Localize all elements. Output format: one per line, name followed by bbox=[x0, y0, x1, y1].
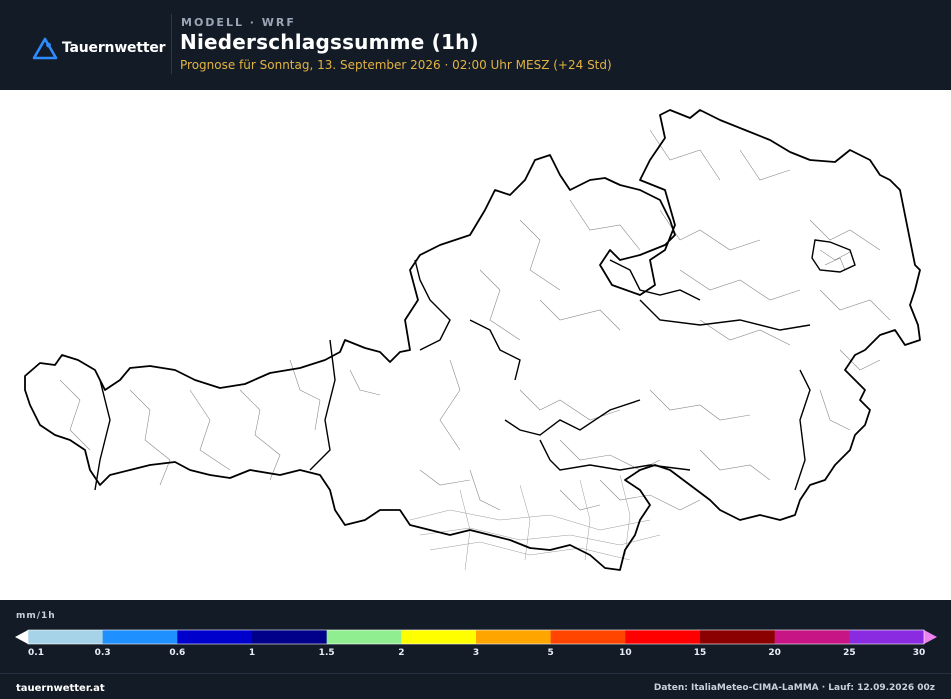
colorbar-tick-label: 3 bbox=[472, 648, 480, 658]
colorbar-segment bbox=[326, 630, 402, 644]
colorbar-segment bbox=[550, 630, 626, 644]
legend-unit: mm/1h bbox=[16, 611, 56, 621]
colorbar-ticks: 0.1 0.3 0.6 1 1.5 2 3 5 10 15 20 25 30 bbox=[0, 648, 951, 662]
colorbar bbox=[15, 629, 937, 645]
colorbar-tick-label: 30 bbox=[912, 648, 926, 658]
carinthia-lines bbox=[409, 474, 661, 571]
colorbar-segment bbox=[774, 630, 850, 644]
brand-name: Tauernwetter bbox=[62, 40, 166, 56]
colorbar-segment bbox=[102, 630, 178, 644]
colorbar-over-triangle bbox=[924, 630, 937, 644]
austria-outline bbox=[24, 109, 921, 571]
model-label: MODELL · WRF bbox=[181, 16, 296, 29]
legend: mm/1h 0.1 0.3 0.6 1 1.5 2 3 5 10 15 20 25 30 bbox=[0, 600, 951, 673]
colorbar-segment bbox=[252, 630, 328, 644]
colorbar-tick-label: 0.3 bbox=[94, 648, 111, 658]
colorbar-tick-label: 0.6 bbox=[169, 648, 186, 658]
precipitation-map[interactable] bbox=[0, 90, 951, 600]
footer: tauernwetter.at Daten: ItaliaMeteo-CIMA-… bbox=[0, 673, 951, 699]
colorbar-segment bbox=[401, 630, 477, 644]
district-borders bbox=[59, 129, 891, 511]
mountain-logo-icon bbox=[32, 37, 58, 60]
colorbar-segment bbox=[177, 630, 253, 644]
colorbar-tick-label: 15 bbox=[693, 648, 707, 658]
colorbar-under-triangle bbox=[15, 630, 28, 644]
colorbar-tick-label: 1 bbox=[248, 648, 256, 658]
brand-logo[interactable]: Tauernwetter bbox=[32, 36, 166, 60]
austria-map-svg bbox=[24, 109, 921, 571]
colorbar-tick-label: 5 bbox=[547, 648, 554, 658]
colorbar-tick-label: 1.5 bbox=[318, 648, 335, 658]
footer-site-link[interactable]: tauernwetter.at bbox=[16, 683, 105, 694]
colorbar-segment bbox=[28, 630, 104, 644]
colorbar-segment bbox=[476, 630, 552, 644]
colorbar-tick-label: 10 bbox=[619, 648, 632, 658]
colorbar-tick-label: 0.1 bbox=[28, 648, 44, 658]
forecast-subtitle: Prognose für Sonntag, 13. September 2026… bbox=[180, 58, 612, 72]
colorbar-tick-label: 2 bbox=[398, 648, 405, 658]
page-title: Niederschlagssumme (1h) bbox=[180, 30, 479, 54]
colorbar-segment bbox=[625, 630, 701, 644]
footer-source: Daten: ItaliaMeteo-CIMA-LaMMA · Lauf: 12… bbox=[653, 683, 935, 693]
header: Tauernwetter MODELL · WRF Niederschlagss… bbox=[0, 0, 951, 90]
colorbar-segment bbox=[700, 630, 776, 644]
colorbar-tick-label: 20 bbox=[768, 648, 781, 658]
vienna-districts bbox=[819, 249, 851, 271]
state-borders bbox=[94, 239, 856, 491]
colorbar-segment bbox=[849, 630, 925, 644]
colorbar-tick-label: 25 bbox=[843, 648, 856, 658]
header-divider bbox=[171, 14, 172, 74]
